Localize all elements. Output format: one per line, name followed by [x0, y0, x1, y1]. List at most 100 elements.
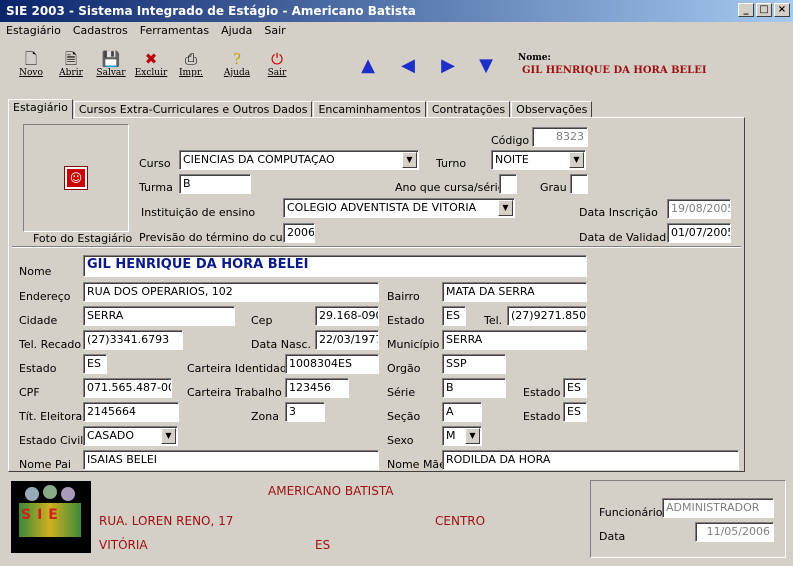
- orgao-label: Orgão: [387, 362, 421, 375]
- data-validade-field[interactable]: 01/07/2005: [667, 223, 731, 243]
- grau-field[interactable]: [570, 174, 588, 194]
- cep-field[interactable]: 29.168-090: [315, 306, 379, 326]
- bairro-label: Bairro: [387, 290, 420, 303]
- data-inscricao-field[interactable]: 19/08/2005: [667, 199, 731, 219]
- header-nome-label: Nome:: [518, 53, 551, 63]
- curso-select[interactable]: CIENCIAS DA COMPUTAÇAO ▼: [179, 150, 419, 170]
- tab-cursos[interactable]: Cursos Extra-Curriculares e Outros Dados: [73, 101, 313, 118]
- ct-label: Carteira Trabalho: [187, 386, 282, 399]
- last-record-arrow-icon[interactable]: ▼: [476, 55, 496, 76]
- nome-pai-field[interactable]: ISAIAS BELEI: [83, 450, 379, 470]
- delete-icon: ✖: [144, 50, 158, 68]
- minimize-button[interactable]: _: [738, 3, 754, 17]
- cpf-field[interactable]: 071.565.487-00: [83, 378, 172, 398]
- imprimir-button[interactable]: ⎙ Impr.: [174, 50, 208, 78]
- logo-figure-icon: [25, 487, 39, 501]
- zona-field[interactable]: 3: [285, 402, 325, 422]
- tab-estagiario[interactable]: Estagiário: [8, 99, 73, 119]
- estado-civil-select[interactable]: CASADO ▼: [83, 426, 178, 446]
- excluir-button[interactable]: ✖ Excluir: [134, 50, 168, 78]
- close-button[interactable]: ×: [774, 3, 790, 17]
- first-record-arrow-icon[interactable]: ▲: [358, 55, 378, 76]
- tel-recado-field[interactable]: (27)3341.6793: [83, 330, 183, 350]
- menu-cadastros[interactable]: Cadastros: [73, 24, 128, 38]
- sexo-select[interactable]: M ▼: [442, 426, 482, 446]
- tab-label: Encaminhamentos: [318, 103, 421, 116]
- data-inscricao-label: Data Inscrição: [579, 206, 658, 219]
- ci-label: Carteira Identidade: [187, 362, 294, 375]
- empresa-endereco: RUA. LOREN RENO, 17: [99, 514, 234, 528]
- titulo-field[interactable]: 2145664: [83, 402, 179, 422]
- chevron-down-icon[interactable]: ▼: [402, 152, 417, 168]
- empresa-cidade: VITÓRIA: [99, 538, 148, 552]
- novo-button[interactable]: 🗋 Novo: [14, 50, 48, 78]
- photo-frame[interactable]: ☺: [23, 124, 129, 232]
- ano-field[interactable]: [499, 174, 517, 194]
- ct-field[interactable]: 123456: [285, 378, 349, 398]
- sair-button[interactable]: ⏻ Sair: [260, 50, 294, 78]
- secao-label: Seção: [387, 410, 421, 423]
- endereco-field[interactable]: RUA DOS OPERARIOS, 102: [83, 282, 379, 302]
- menu-ferramentas[interactable]: Ferramentas: [140, 24, 209, 38]
- nome-mae-field[interactable]: RODILDA DA HORA: [442, 450, 739, 470]
- maximize-button[interactable]: □: [756, 3, 772, 17]
- nome-pai-label: Nome Pai: [19, 458, 71, 471]
- previsao-field[interactable]: 2006: [283, 223, 315, 243]
- chevron-down-icon[interactable]: ▼: [569, 152, 584, 168]
- estado2-label: Estado: [19, 362, 57, 375]
- chevron-down-icon[interactable]: ▼: [498, 200, 513, 216]
- next-record-arrow-icon[interactable]: ▶: [438, 55, 458, 76]
- tel-field[interactable]: (27)9271.8503: [507, 306, 587, 326]
- estado-field[interactable]: ES: [442, 306, 466, 326]
- logo-figure-icon: [61, 487, 75, 501]
- tab-contratacoes[interactable]: Contratações: [426, 101, 511, 118]
- municipio-label: Município: [387, 338, 440, 351]
- salvar-button[interactable]: 💾 Salvar: [94, 50, 128, 78]
- instituicao-value: COLEGIO ADVENTISTA DE VITORIA: [287, 201, 477, 214]
- data-label: Data: [599, 530, 626, 543]
- data-nasc-field[interactable]: 22/03/1977: [315, 330, 379, 350]
- menu-estagiario[interactable]: Estagiário: [6, 24, 61, 38]
- sie-logo: SIE: [11, 481, 91, 553]
- menu-ajuda[interactable]: Ajuda: [221, 24, 252, 38]
- titulo-label: Tít. Eleitoral: [19, 410, 86, 423]
- estado2-field[interactable]: ES: [83, 354, 107, 374]
- orgao-field[interactable]: SSP: [442, 354, 506, 374]
- serie-field[interactable]: B: [442, 378, 506, 398]
- estado-label: Estado: [387, 314, 425, 327]
- secao-field[interactable]: A: [442, 402, 482, 422]
- nome-field[interactable]: GIL HENRIQUE DA HORA BELEI: [83, 255, 587, 277]
- codigo-field[interactable]: 8323: [532, 127, 588, 147]
- turma-field[interactable]: B: [179, 174, 251, 194]
- empresa-bairro: CENTRO: [435, 514, 486, 528]
- chevron-down-icon[interactable]: ▼: [161, 428, 176, 444]
- municipio-field[interactable]: SERRA: [442, 330, 587, 350]
- estado4-field[interactable]: ES: [563, 402, 587, 422]
- printer-icon: ⎙: [184, 50, 197, 68]
- title-bar: SIE 2003 - Sistema Integrado de Estágio …: [0, 0, 793, 22]
- serie-label: Série: [387, 386, 416, 399]
- section-divider: [12, 246, 741, 248]
- exit-icon: ⏻: [271, 50, 283, 68]
- turno-select[interactable]: NOITE ▼: [491, 150, 586, 170]
- tab-label: Observações: [516, 103, 588, 116]
- ajuda-button[interactable]: ? Ajuda: [220, 50, 254, 78]
- abrir-button[interactable]: 🗎 Abrir: [54, 50, 88, 78]
- estado-civil-label: Estado Civil: [19, 434, 84, 447]
- previous-record-arrow-icon[interactable]: ◀: [398, 55, 418, 76]
- instituicao-select[interactable]: COLEGIO ADVENTISTA DE VITORIA ▼: [283, 198, 515, 218]
- tab-encaminhamentos[interactable]: Encaminhamentos: [313, 101, 426, 118]
- ci-field[interactable]: 1008304ES: [285, 354, 379, 374]
- chevron-down-icon[interactable]: ▼: [465, 428, 480, 444]
- bairro-field[interactable]: MATA DA SERRA: [442, 282, 587, 302]
- data-field[interactable]: 11/05/2006: [695, 522, 774, 542]
- estado3-field[interactable]: ES: [563, 378, 587, 398]
- funcionario-field[interactable]: ADMINISTRADOR: [662, 498, 774, 518]
- cidade-field[interactable]: SERRA: [83, 306, 235, 326]
- menu-sair[interactable]: Sair: [264, 24, 285, 38]
- instituicao-label: Instituição de ensino: [141, 206, 256, 219]
- tab-label: Cursos Extra-Curriculares e Outros Dados: [78, 103, 308, 116]
- tab-observacoes[interactable]: Observações: [511, 101, 593, 118]
- funcionario-label: Funcionário: [599, 506, 663, 519]
- turno-label: Turno: [436, 157, 467, 170]
